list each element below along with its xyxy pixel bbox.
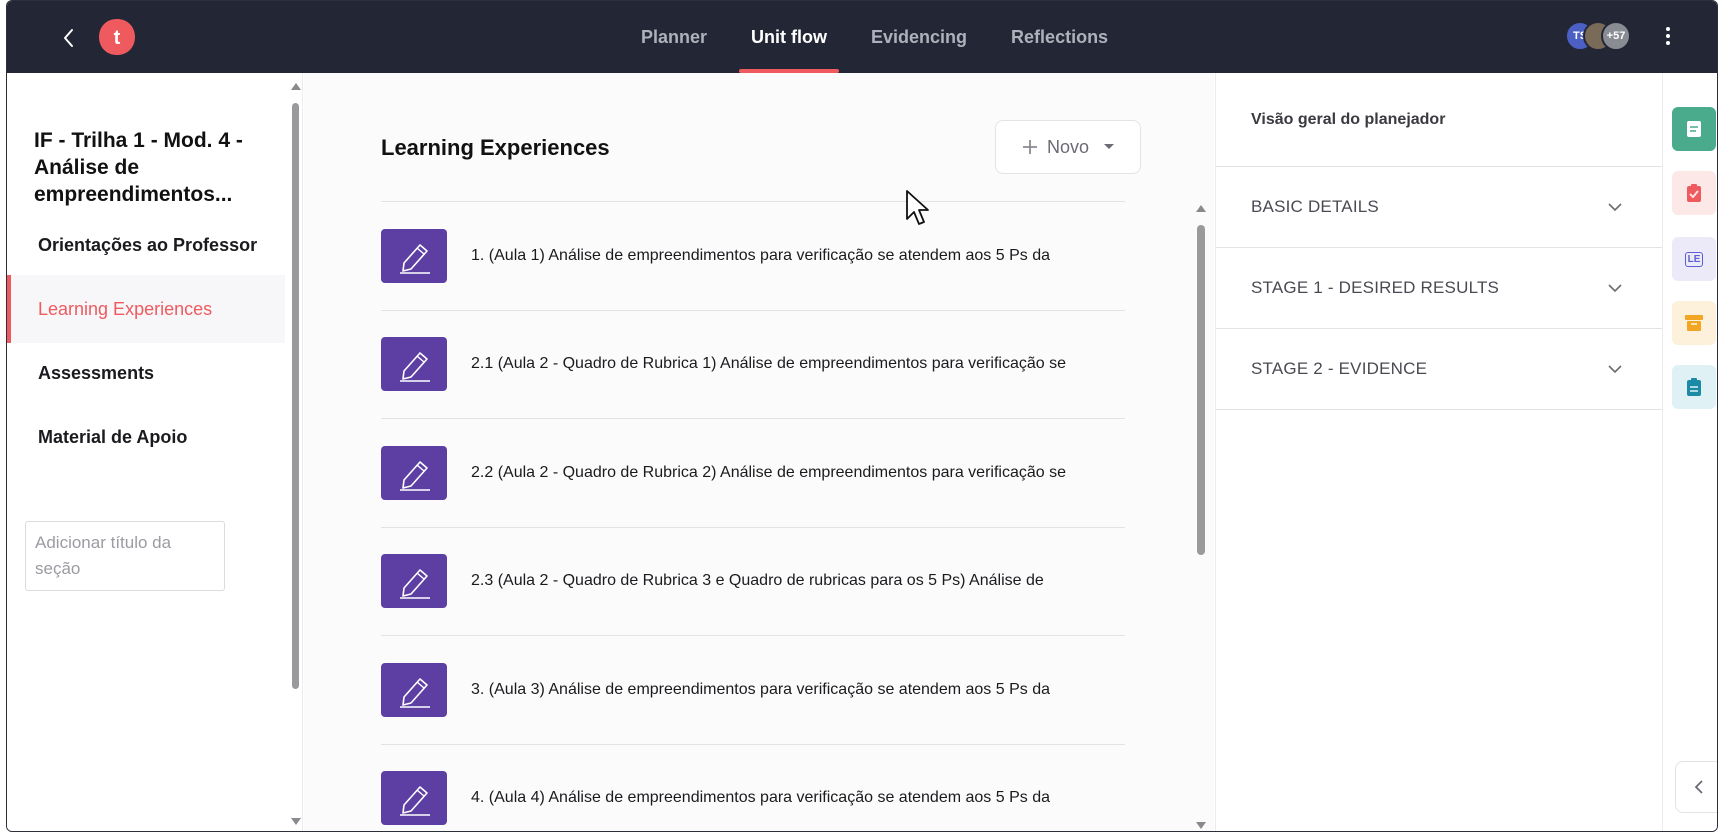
tab-unit-flow[interactable]: Unit flow (729, 1, 849, 73)
scrollbar-thumb[interactable] (1197, 225, 1205, 555)
chevron-down-icon (1608, 202, 1622, 211)
accordion-basic-details[interactable]: BASIC DETAILS (1216, 167, 1662, 248)
learning-experience-item[interactable]: 4. (Aula 4) Análise de empreendimentos p… (381, 745, 1125, 832)
collapse-panel-button[interactable] (1675, 761, 1717, 813)
le-icon: LE (1684, 251, 1704, 267)
learning-experience-thumbnail (381, 228, 447, 283)
accordion-label: BASIC DETAILS (1251, 197, 1379, 216)
learning-experience-thumbnail (381, 554, 447, 609)
learning-experience-item[interactable]: 1. (Aula 1) Análise de empreendimentos p… (381, 202, 1125, 311)
planner-overview-title: Visão geral do planejador (1216, 73, 1662, 167)
collaborator-avatars[interactable]: TS +57 (1565, 21, 1631, 51)
clipboard-rail-button[interactable] (1672, 365, 1716, 409)
learning-experience-item[interactable]: 3. (Aula 3) Análise de empreendimentos p… (381, 636, 1125, 745)
chevron-left-icon (1694, 780, 1703, 794)
pencil-icon (400, 243, 430, 274)
chevron-left-icon (64, 29, 73, 47)
learning-experience-title: 4. (Aula 4) Análise de empreendimentos p… (471, 789, 1050, 807)
learning-experience-title: 2.3 (Aula 2 - Quadro de Rubrica 3 e Quad… (471, 572, 1044, 590)
new-button-label: Novo (1046, 136, 1090, 157)
archive-icon (1685, 315, 1703, 331)
learning-experience-thumbnail (381, 337, 447, 392)
clipboard-check-icon (1687, 184, 1701, 202)
chevron-down-icon (1608, 283, 1622, 292)
caret-down-icon (1104, 144, 1115, 149)
section-title-input[interactable] (25, 521, 225, 591)
learning-experience-title: 1. (Aula 1) Análise de empreendimentos p… (471, 246, 1050, 264)
plus-icon (1022, 140, 1037, 154)
accordion-label: STAGE 1 - DESIRED RESULTS (1251, 278, 1500, 297)
unit-sidebar: IF - Trilha 1 - Mod. 4 - Análise de empr… (7, 73, 303, 831)
accordion-stage-1-desired-results[interactable]: STAGE 1 - DESIRED RESULTS (1216, 248, 1662, 329)
side-rail: LE (1663, 73, 1717, 831)
center-scrollbar[interactable] (1194, 201, 1208, 831)
mouse-pointer-icon (906, 190, 929, 225)
chevron-down-icon (1608, 364, 1622, 373)
accordion-label: STAGE 2 - EVIDENCE (1251, 359, 1428, 378)
accordion-stage-2-evidence[interactable]: STAGE 2 - EVIDENCE (1216, 329, 1662, 410)
scroll-down-arrow-icon[interactable] (291, 818, 301, 825)
learning-experience-thumbnail (381, 445, 447, 500)
learning-experience-title: 2.2 (Aula 2 - Quadro de Rubrica 2) Análi… (471, 463, 1066, 481)
learning-experience-item[interactable]: 2.2 (Aula 2 - Quadro de Rubrica 2) Análi… (381, 419, 1125, 528)
clipboard-check-rail-button[interactable] (1672, 171, 1716, 215)
scrollbar-thumb[interactable] (292, 103, 299, 689)
app-logo[interactable]: t (97, 17, 137, 57)
tab-reflections[interactable]: Reflections (989, 1, 1130, 73)
tab-evidencing[interactable]: Evidencing (849, 1, 989, 73)
learning-experiences-panel: Learning Experiences Novo 1. (Aula 1) An… (304, 73, 1214, 832)
sidebar-item-assessments[interactable]: Assessments (7, 339, 285, 407)
clipboard-icon (1687, 378, 1701, 396)
kebab-menu-icon (1666, 27, 1670, 45)
pencil-icon (400, 569, 430, 599)
learning-experience-title: 2.1 (Aula 2 - Quadro de Rubrica 1) Análi… (471, 355, 1066, 373)
svg-text:t: t (114, 27, 121, 49)
scroll-up-arrow-icon[interactable] (291, 83, 301, 90)
document-rail-button[interactable] (1672, 107, 1716, 151)
top-bar: t Planner Unit flow Evidencing Reflections … (7, 1, 1717, 73)
learning-experience-item[interactable]: 2.1 (Aula 2 - Quadro de Rubrica 1) Análi… (381, 311, 1125, 419)
document-icon (1687, 121, 1701, 137)
pencil-icon (400, 677, 430, 708)
new-button[interactable]: Novo (995, 120, 1141, 174)
archive-rail-button[interactable] (1672, 301, 1716, 345)
unit-title[interactable]: IF - Trilha 1 - Mod. 4 - Análise de empr… (34, 127, 274, 208)
more-options-button[interactable] (1653, 21, 1683, 51)
sidebar-item-material-de-apoio[interactable]: Material de Apoio (7, 403, 285, 471)
learning-experience-item[interactable]: 2.3 (Aula 2 - Quadro de Rubrica 3 e Quad… (381, 528, 1125, 636)
avatar[interactable]: +57 (1601, 21, 1631, 51)
app-window: t Planner Unit flow Evidencing Reflections … (6, 0, 1718, 832)
learning-experience-list: 1. (Aula 1) Análise de empreendimentos p… (381, 201, 1125, 832)
scroll-down-arrow-icon[interactable] (1196, 822, 1206, 829)
pencil-icon (400, 460, 430, 491)
pencil-icon (400, 786, 430, 816)
main-nav-tabs: Planner Unit flow Evidencing Reflections (619, 1, 1130, 73)
scroll-up-arrow-icon[interactable] (1196, 205, 1206, 212)
tab-planner[interactable]: Planner (619, 1, 729, 73)
learning-experience-title: 3. (Aula 3) Análise de empreendimentos p… (471, 680, 1050, 698)
sidebar-item-learning-experiences[interactable]: Learning Experiences (7, 275, 285, 343)
planner-overview-panel: Visão geral do planejador BASIC DETAILS S… (1215, 73, 1663, 831)
learning-experience-thumbnail (381, 771, 447, 826)
sidebar-item-orientações-ao-professor[interactable]: Orientações ao Professor (7, 211, 285, 279)
pencil-icon (400, 352, 430, 382)
back-button[interactable] (51, 21, 85, 55)
sidebar-scrollbar[interactable] (289, 79, 301, 829)
section-heading: Learning Experiences (381, 135, 610, 160)
le-rail-button[interactable]: LE (1672, 237, 1716, 281)
learning-experience-thumbnail (381, 662, 447, 717)
